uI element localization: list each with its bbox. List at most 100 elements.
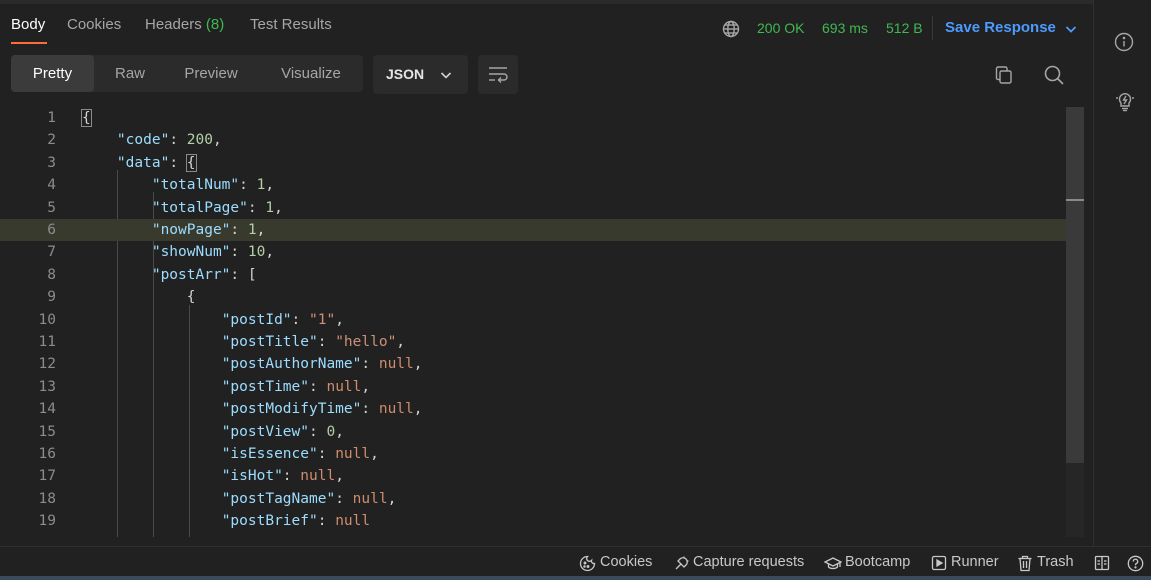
json-key: "postTime" <box>221 378 309 395</box>
view-mode-pretty[interactable]: Pretty <box>11 55 94 92</box>
tab-headers-label: Headers <box>145 16 202 33</box>
line-number: 15 <box>38 423 56 440</box>
code-line: 7 "showNum": 10, <box>0 241 1084 263</box>
json-key: "postBrief" <box>221 513 318 530</box>
json-value: null <box>326 378 362 395</box>
status-bar: Cookies Capture requests Bootcamp Runner… <box>0 546 1151 580</box>
search-icon[interactable] <box>1043 64 1065 86</box>
format-dropdown-value: JSON <box>386 66 425 82</box>
json-value: 200 <box>186 132 213 149</box>
code-line: 15 "postView": 0, <box>0 421 1084 443</box>
json-value: null <box>352 490 388 507</box>
line-number: 8 <box>47 266 56 283</box>
statusbar-capture-button[interactable]: Capture requests <box>693 554 804 570</box>
code-line: 2 "code": 200, <box>0 129 1084 151</box>
active-tab-indicator <box>11 42 47 44</box>
line-number: 1 <box>47 110 56 126</box>
json-key: "postModifyTime" <box>221 401 362 418</box>
chevron-down-icon[interactable] <box>1064 22 1078 36</box>
line-number: 4 <box>47 177 56 194</box>
line-number: 17 <box>38 468 56 485</box>
json-value: null <box>335 446 371 462</box>
editor-scrollbar-track[interactable] <box>1066 463 1084 537</box>
scrollbar-highlight-marker <box>1066 199 1084 201</box>
json-key: "code" <box>116 132 170 149</box>
help-icon[interactable] <box>1127 555 1144 572</box>
json-key: "postView" <box>221 423 309 440</box>
response-size[interactable]: 512 B <box>886 20 923 36</box>
response-body-editor[interactable]: 1{ 2 "code": 200, 3 "data": { 4 "totalNu… <box>0 107 1084 537</box>
code-line: 9 { <box>0 286 1084 308</box>
wrap-lines-button[interactable] <box>478 55 518 94</box>
line-number: 12 <box>38 356 56 373</box>
copy-icon[interactable] <box>994 65 1014 85</box>
code-line: 12 "postAuthorName": null, <box>0 353 1084 375</box>
json-key: "postAuthorName" <box>221 356 362 373</box>
json-key: "postTagName" <box>221 490 336 507</box>
json-key: "postId" <box>221 311 292 328</box>
view-mode-raw[interactable]: Raw <box>94 55 166 92</box>
code-line: 5 "totalPage": 1, <box>0 197 1084 219</box>
runner-icon <box>931 555 947 571</box>
line-number: 6 <box>47 222 56 238</box>
view-mode-visualize[interactable]: Visualize <box>263 55 359 92</box>
json-key: "showNum" <box>151 244 231 261</box>
json-value: "hello" <box>335 334 397 350</box>
code-line: 17 "isHot": null, <box>0 465 1084 487</box>
tab-headers[interactable]: Headers (8) <box>145 16 224 33</box>
statusbar-trash-button[interactable]: Trash <box>1037 554 1074 570</box>
editor-scrollbar-thumb[interactable] <box>1066 107 1084 463</box>
line-number: 5 <box>47 199 56 216</box>
lightbulb-icon[interactable] <box>1114 90 1136 112</box>
line-number: 3 <box>47 154 56 171</box>
code-line: 10 "postId": "1", <box>0 309 1084 331</box>
statusbar-cookies-button[interactable]: Cookies <box>600 554 652 570</box>
code-line: 11 "postTitle": "hello", <box>0 331 1084 353</box>
os-taskbar-edge <box>0 576 1151 580</box>
json-value: null <box>300 468 336 485</box>
tab-body[interactable]: Body <box>11 16 45 33</box>
json-value: null <box>378 356 414 373</box>
json-key: "isHot" <box>221 468 283 485</box>
two-pane-icon[interactable] <box>1094 555 1110 571</box>
format-dropdown[interactable]: JSON <box>373 55 468 94</box>
response-time[interactable]: 693 ms <box>822 20 868 36</box>
json-value: 1 <box>265 199 275 216</box>
code-line: 18 "postTagName": null, <box>0 488 1084 510</box>
status-code[interactable]: 200 OK <box>757 20 804 36</box>
trash-icon <box>1018 555 1032 572</box>
globe-icon[interactable] <box>722 20 740 38</box>
code-line: 1{ <box>0 107 1084 129</box>
json-key: "isEssence" <box>221 446 318 462</box>
json-key: "postTitle" <box>221 334 318 350</box>
view-mode-selector: Pretty Raw Preview Visualize <box>11 55 363 92</box>
code-line: 4 "totalNum": 1, <box>0 174 1084 196</box>
code-line: 13 "postTime": null, <box>0 376 1084 398</box>
statusbar-runner-button[interactable]: Runner <box>951 554 999 570</box>
json-key: "totalPage" <box>151 199 248 216</box>
line-number: 9 <box>47 289 56 306</box>
line-number: 18 <box>38 490 56 507</box>
json-value: 1 <box>247 222 257 238</box>
json-value: null <box>378 401 414 418</box>
info-icon[interactable] <box>1114 32 1134 52</box>
response-tabs: Body Cookies Headers (8) Test Results 20… <box>0 4 1093 44</box>
line-number: 2 <box>47 132 56 149</box>
json-key: "nowPage" <box>151 222 231 238</box>
tab-test-results[interactable]: Test Results <box>250 16 332 33</box>
line-number: 7 <box>47 244 56 261</box>
save-response-button[interactable]: Save Response <box>945 19 1056 36</box>
view-mode-preview[interactable]: Preview <box>168 55 254 92</box>
cookie-icon <box>579 555 596 572</box>
bootcamp-icon <box>824 557 842 570</box>
line-number: 19 <box>38 513 56 530</box>
code-line: 8 "postArr": [ <box>0 264 1084 286</box>
wrap-lines-icon <box>489 67 508 83</box>
json-key: "postArr" <box>151 266 231 283</box>
line-number: 14 <box>38 401 56 418</box>
tab-cookies[interactable]: Cookies <box>67 16 121 33</box>
statusbar-bootcamp-button[interactable]: Bootcamp <box>845 554 910 570</box>
line-number: 16 <box>38 446 56 462</box>
line-number: 11 <box>38 334 56 350</box>
line-number: 10 <box>38 311 56 328</box>
